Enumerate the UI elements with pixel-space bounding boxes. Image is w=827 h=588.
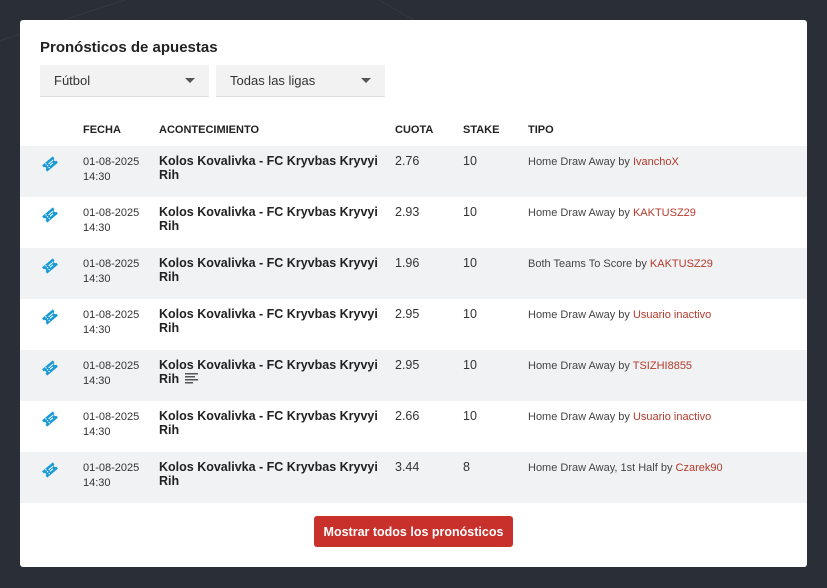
event-time: 14:30 xyxy=(83,222,111,234)
show-all-predictions-button[interactable]: Mostrar todos los pronósticos xyxy=(314,516,513,547)
odds-value: 2.93 xyxy=(395,205,420,219)
page-title: Pronósticos de apuestas xyxy=(40,39,218,56)
event-name-text: Kolos Kovalivka - FC Kryvbas Kryvyi Rih xyxy=(159,256,378,284)
stake-value: 10 xyxy=(463,256,477,270)
odds-value: 2.76 xyxy=(395,154,420,168)
tip-text: Home Draw Away by xyxy=(528,411,630,423)
table-row[interactable]: 01-08-2025 14:30 Kolos Kovalivka - FC Kr… xyxy=(20,299,807,350)
event-name[interactable]: Kolos Kovalivka - FC Kryvbas Kryvyi Rih xyxy=(159,307,379,335)
tipster-link[interactable]: Usuario inactivo xyxy=(633,411,711,423)
stake-value: 8 xyxy=(463,460,470,474)
chevron-down-icon xyxy=(185,78,195,83)
event-time: 14:30 xyxy=(83,426,111,438)
predictions-card: Pronósticos de apuestas Fútbol Todas las… xyxy=(20,20,807,567)
tip-text: Home Draw Away by xyxy=(528,156,630,168)
sport-filter-select[interactable]: Fútbol xyxy=(40,65,209,97)
tipster-link[interactable]: Usuario inactivo xyxy=(633,309,711,321)
table-row[interactable]: 01-08-2025 14:30 Kolos Kovalivka - FC Kr… xyxy=(20,146,807,197)
odds-value: 2.95 xyxy=(395,307,420,321)
table-row[interactable]: 01-08-2025 14:30 Kolos Kovalivka - FC Kr… xyxy=(20,248,807,299)
tip-text: Home Draw Away by xyxy=(528,207,630,219)
ticket-icon[interactable] xyxy=(40,256,60,276)
tip-type: Home Draw Away by IvanchoX xyxy=(528,156,679,168)
tip-text: Home Draw Away by xyxy=(528,360,630,372)
event-name-text: Kolos Kovalivka - FC Kryvbas Kryvyi Rih xyxy=(159,205,378,233)
chevron-down-icon xyxy=(361,78,371,83)
stake-value: 10 xyxy=(463,358,477,372)
event-date: 01-08-2025 xyxy=(83,156,140,168)
event-name[interactable]: Kolos Kovalivka - FC Kryvbas Kryvyi Rih xyxy=(159,154,379,182)
notes-icon[interactable] xyxy=(185,372,199,387)
tipster-link[interactable]: TSIZHI8855 xyxy=(633,360,692,372)
event-name-text: Kolos Kovalivka - FC Kryvbas Kryvyi Rih xyxy=(159,154,378,182)
tipster-link[interactable]: Czarek90 xyxy=(676,462,723,474)
tip-type: Home Draw Away by Usuario inactivo xyxy=(528,411,711,423)
tip-type: Home Draw Away, 1st Half by Czarek90 xyxy=(528,462,723,474)
sport-filter-value: Fútbol xyxy=(54,73,91,88)
tip-type: Home Draw Away by Usuario inactivo xyxy=(528,309,711,321)
event-name[interactable]: Kolos Kovalivka - FC Kryvbas Kryvyi Rih xyxy=(159,409,379,437)
event-time: 14:30 xyxy=(83,171,111,183)
table-row[interactable]: 01-08-2025 14:30 Kolos Kovalivka - FC Kr… xyxy=(20,197,807,248)
ticket-icon[interactable] xyxy=(40,307,60,327)
event-date: 01-08-2025 xyxy=(83,309,140,321)
event-name[interactable]: Kolos Kovalivka - FC Kryvbas Kryvyi Rih xyxy=(159,256,379,284)
event-datetime: 01-08-2025 14:30 xyxy=(83,206,143,236)
odds-value: 2.66 xyxy=(395,409,420,423)
ticket-icon[interactable] xyxy=(40,154,60,174)
event-datetime: 01-08-2025 14:30 xyxy=(83,155,143,185)
tip-text: Both Teams To Score by xyxy=(528,258,647,270)
event-name-text: Kolos Kovalivka - FC Kryvbas Kryvyi Rih xyxy=(159,307,378,335)
ticket-icon[interactable] xyxy=(40,460,60,480)
event-date: 01-08-2025 xyxy=(83,462,140,474)
event-datetime: 01-08-2025 14:30 xyxy=(83,308,143,338)
stake-value: 10 xyxy=(463,409,477,423)
tipster-link[interactable]: IvanchoX xyxy=(633,156,679,168)
event-datetime: 01-08-2025 14:30 xyxy=(83,359,143,389)
event-name-text: Kolos Kovalivka - FC Kryvbas Kryvyi Rih xyxy=(159,409,378,437)
odds-value: 1.96 xyxy=(395,256,420,270)
table-row[interactable]: 01-08-2025 14:30 Kolos Kovalivka - FC Kr… xyxy=(20,401,807,452)
event-date: 01-08-2025 xyxy=(83,258,140,270)
stake-value: 10 xyxy=(463,307,477,321)
league-filter-value: Todas las ligas xyxy=(230,73,316,88)
stake-value: 10 xyxy=(463,154,477,168)
odds-value: 2.95 xyxy=(395,358,420,372)
column-header-stake: STAKE xyxy=(463,124,500,136)
odds-value: 3.44 xyxy=(395,460,420,474)
tip-type: Home Draw Away by KAKTUSZ29 xyxy=(528,207,696,219)
event-name-text: Kolos Kovalivka - FC Kryvbas Kryvyi Rih xyxy=(159,460,378,488)
tip-text: Home Draw Away, 1st Half by xyxy=(528,462,673,474)
event-time: 14:30 xyxy=(83,324,111,336)
ticket-icon[interactable] xyxy=(40,409,60,429)
column-header-tipo: TIPO xyxy=(528,124,554,136)
event-datetime: 01-08-2025 14:30 xyxy=(83,257,143,287)
ticket-icon[interactable] xyxy=(40,358,60,378)
column-header-acontecimiento: ACONTECIMIENTO xyxy=(159,124,260,136)
event-date: 01-08-2025 xyxy=(83,207,140,219)
table-header: FECHA ACONTECIMIENTO CUOTA STAKE TIPO xyxy=(20,124,807,144)
tip-type: Both Teams To Score by KAKTUSZ29 xyxy=(528,258,713,270)
event-datetime: 01-08-2025 14:30 xyxy=(83,461,143,491)
event-time: 14:30 xyxy=(83,273,111,285)
event-time: 14:30 xyxy=(83,477,111,489)
league-filter-select[interactable]: Todas las ligas xyxy=(216,65,385,97)
column-header-fecha: FECHA xyxy=(83,124,121,136)
event-name[interactable]: Kolos Kovalivka - FC Kryvbas Kryvyi Rih xyxy=(159,205,379,233)
event-name[interactable]: Kolos Kovalivka - FC Kryvbas Kryvyi Rih xyxy=(159,358,379,387)
table-row[interactable]: 01-08-2025 14:30 Kolos Kovalivka - FC Kr… xyxy=(20,452,807,503)
column-header-cuota: CUOTA xyxy=(395,124,434,136)
tip-text: Home Draw Away by xyxy=(528,309,630,321)
stake-value: 10 xyxy=(463,205,477,219)
event-date: 01-08-2025 xyxy=(83,360,140,372)
event-name[interactable]: Kolos Kovalivka - FC Kryvbas Kryvyi Rih xyxy=(159,460,379,488)
tipster-link[interactable]: KAKTUSZ29 xyxy=(633,207,696,219)
tipster-link[interactable]: KAKTUSZ29 xyxy=(650,258,713,270)
event-datetime: 01-08-2025 14:30 xyxy=(83,410,143,440)
ticket-icon[interactable] xyxy=(40,205,60,225)
table-row[interactable]: 01-08-2025 14:30 Kolos Kovalivka - FC Kr… xyxy=(20,350,807,401)
event-time: 14:30 xyxy=(83,375,111,387)
tip-type: Home Draw Away by TSIZHI8855 xyxy=(528,360,692,372)
event-date: 01-08-2025 xyxy=(83,411,140,423)
